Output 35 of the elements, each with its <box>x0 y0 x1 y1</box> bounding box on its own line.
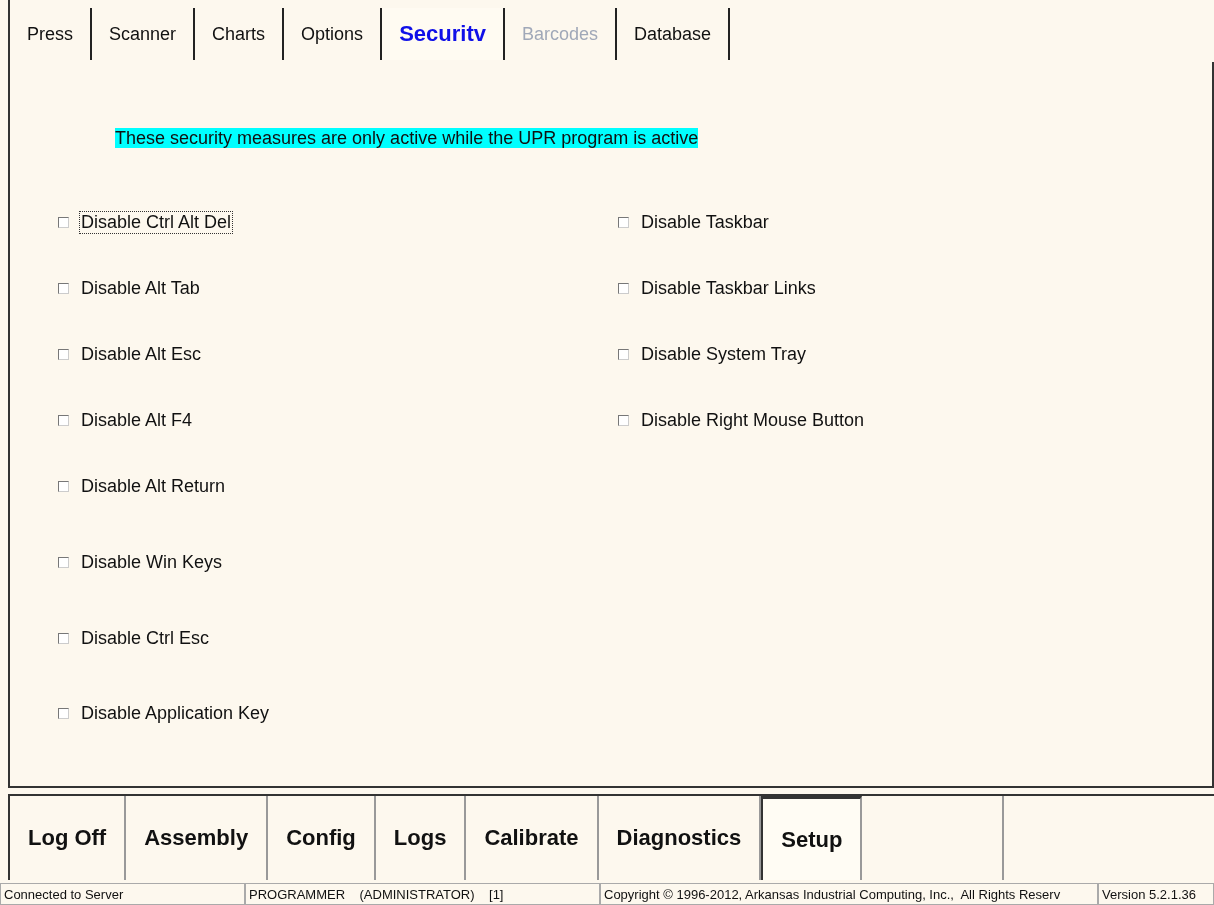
status-text: PROGRAMMER (ADMINISTRATOR) [1] <box>245 883 600 905</box>
tab[interactable]: Press <box>10 8 92 60</box>
status-text: Connected to Server <box>0 883 245 905</box>
tab[interactable]: Scanner <box>92 8 196 60</box>
checkbox[interactable] <box>58 414 69 426</box>
checkbox[interactable] <box>58 480 69 492</box>
checkbox[interactable] <box>58 556 69 568</box>
status-text: Copyright © 1996-2012, Arkansas Industrial Computing, Inc., All Rights Reserv <box>600 883 1098 905</box>
tab[interactable]: Securitv <box>382 8 505 60</box>
checkbox-label[interactable]: Disable Taskbar Links <box>639 276 818 300</box>
checkbox-label[interactable]: Disable Alt F4 <box>79 408 195 432</box>
checkbox-label[interactable]: Disable Alt Return <box>79 474 228 498</box>
checkbox-label[interactable]: Disable Alt Esc <box>79 342 204 366</box>
checkbox[interactable] <box>58 348 69 360</box>
checkbox-label[interactable]: Disable System Tray <box>639 342 809 366</box>
checkbox-label[interactable]: Disable Alt Tab <box>79 276 202 300</box>
checkbox[interactable] <box>58 282 69 294</box>
tab[interactable]: Charts <box>195 8 285 60</box>
checkbox-label[interactable]: Disable Taskbar <box>639 210 771 234</box>
checkbox[interactable] <box>58 632 69 644</box>
checkbox[interactable] <box>58 707 69 719</box>
checkbox-label[interactable]: Disable Right Mouse Button <box>639 408 867 432</box>
checkbox[interactable] <box>618 348 629 360</box>
checkbox-label[interactable]: Disable Win Keys <box>79 550 225 574</box>
checkbox[interactable] <box>618 216 629 228</box>
checkbox-label[interactable]: Disable Ctrl Alt Del <box>79 210 234 234</box>
checkbox-label[interactable]: Disable Application Key <box>79 701 272 725</box>
notice-text: These security measures are only active while the UPR program is active <box>115 128 699 148</box>
checkbox[interactable] <box>618 414 629 426</box>
checkbox[interactable] <box>58 216 69 228</box>
status-text: Version 5.2.1.36 <box>1098 883 1214 905</box>
checkbox[interactable] <box>618 282 629 294</box>
nav-button[interactable]: Setup <box>761 796 863 880</box>
tab[interactable]: Database <box>617 8 731 60</box>
checkbox-label[interactable]: Disable Ctrl Esc <box>79 626 212 650</box>
